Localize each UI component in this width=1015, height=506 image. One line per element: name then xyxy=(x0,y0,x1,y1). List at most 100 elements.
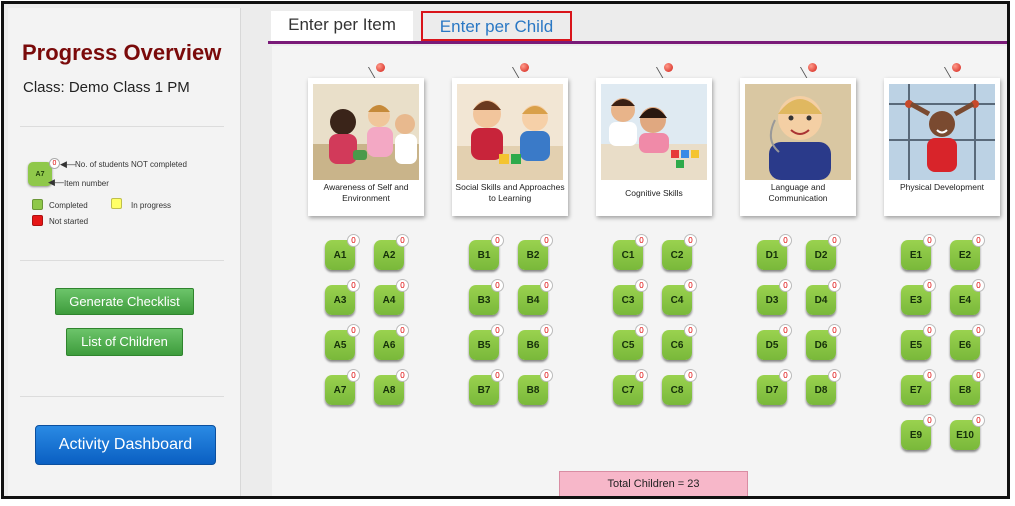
domain-caption: Language and Communication xyxy=(768,182,828,203)
not-completed-badge: 0 xyxy=(972,369,985,382)
item-tile-e3[interactable]: E3 0 xyxy=(901,279,936,315)
item-tile-d4[interactable]: D4 0 xyxy=(806,279,841,315)
item-tile-d3[interactable]: D3 0 xyxy=(757,279,792,315)
item-tile-b8[interactable]: B8 0 xyxy=(518,369,553,405)
item-label: C2 xyxy=(670,250,684,261)
item-tile-b3[interactable]: B3 0 xyxy=(469,279,504,315)
not-completed-badge: 0 xyxy=(684,324,697,337)
item-label: C4 xyxy=(670,295,684,306)
not-completed-badge: 0 xyxy=(923,279,936,292)
item-label: C5 xyxy=(621,340,635,351)
not-completed-badge: 0 xyxy=(540,234,553,247)
item-label: C8 xyxy=(670,385,684,396)
item-tile-b4[interactable]: B4 0 xyxy=(518,279,553,315)
not-completed-badge: 0 xyxy=(396,324,409,337)
item-tile-a2[interactable]: A2 0 xyxy=(374,234,409,270)
item-label: D8 xyxy=(814,385,828,396)
item-tile-b6[interactable]: B6 0 xyxy=(518,324,553,360)
not-completed-badge: 0 xyxy=(347,324,360,337)
not-completed-badge: 0 xyxy=(779,324,792,337)
item-tile-a7[interactable]: A7 0 xyxy=(325,369,360,405)
item-tile-d1[interactable]: D1 0 xyxy=(757,234,792,270)
not-completed-badge: 0 xyxy=(923,324,936,337)
item-tile-e7[interactable]: E7 0 xyxy=(901,369,936,405)
domain-card[interactable]: Cognitive Skills xyxy=(596,78,712,216)
domain-photo xyxy=(313,84,419,180)
item-label: A4 xyxy=(382,295,396,306)
item-tile-c7[interactable]: C7 0 xyxy=(613,369,648,405)
item-label: B2 xyxy=(526,250,540,261)
item-label: B5 xyxy=(477,340,491,351)
not-completed-badge: 0 xyxy=(635,234,648,247)
item-tile-c5[interactable]: C5 0 xyxy=(613,324,648,360)
tab-enter-per-child[interactable]: Enter per Child xyxy=(421,11,572,41)
item-tile-c6[interactable]: C6 0 xyxy=(662,324,697,360)
item-tile-e5[interactable]: E5 0 xyxy=(901,324,936,360)
not-completed-badge: 0 xyxy=(491,279,504,292)
item-tile-d8[interactable]: D8 0 xyxy=(806,369,841,405)
item-label: D3 xyxy=(765,295,779,306)
item-tile-b1[interactable]: B1 0 xyxy=(469,234,504,270)
item-tile-d2[interactable]: D2 0 xyxy=(806,234,841,270)
item-tile-e4[interactable]: E4 0 xyxy=(950,279,985,315)
not-completed-badge: 0 xyxy=(491,324,504,337)
item-tile-b2[interactable]: B2 0 xyxy=(518,234,553,270)
not-completed-badge: 0 xyxy=(923,234,936,247)
item-tile-a1[interactable]: A1 0 xyxy=(325,234,360,270)
domain-photo xyxy=(457,84,563,180)
domain-card[interactable]: Awareness of Self and Environment xyxy=(308,78,424,216)
item-tile-e10[interactable]: E10 0 xyxy=(950,414,985,450)
tab-enter-per-item[interactable]: Enter per Item xyxy=(271,11,413,41)
not-completed-badge: 0 xyxy=(635,324,648,337)
item-label: E2 xyxy=(958,250,972,261)
item-tile-b7[interactable]: B7 0 xyxy=(469,369,504,405)
item-tile-e8[interactable]: E8 0 xyxy=(950,369,985,405)
item-tile-e6[interactable]: E6 0 xyxy=(950,324,985,360)
domain-caption: Physical Development xyxy=(899,182,985,192)
item-label: E1 xyxy=(909,250,923,261)
item-label: E3 xyxy=(909,295,923,306)
item-tile-a4[interactable]: A4 0 xyxy=(374,279,409,315)
domain-caption: Cognitive Skills xyxy=(625,188,683,198)
item-tile-d5[interactable]: D5 0 xyxy=(757,324,792,360)
item-label: A6 xyxy=(382,340,396,351)
item-grid-panel: Awareness of Self and Environment Social… xyxy=(272,46,1007,496)
item-tile-a8[interactable]: A8 0 xyxy=(374,369,409,405)
item-label: B4 xyxy=(526,295,540,306)
item-tile-c3[interactable]: C3 0 xyxy=(613,279,648,315)
domain-photo xyxy=(745,84,851,180)
not-completed-badge: 0 xyxy=(779,279,792,292)
item-tile-e9[interactable]: E9 0 xyxy=(901,414,936,450)
item-label: D2 xyxy=(814,250,828,261)
item-tile-e1[interactable]: E1 0 xyxy=(901,234,936,270)
legend-not-started-swatch xyxy=(32,215,43,226)
item-tile-c1[interactable]: C1 0 xyxy=(613,234,648,270)
item-tile-d7[interactable]: D7 0 xyxy=(757,369,792,405)
item-label: A1 xyxy=(333,250,347,261)
domain-card[interactable]: Physical Development xyxy=(884,78,1000,216)
item-tile-a6[interactable]: A6 0 xyxy=(374,324,409,360)
item-label: A8 xyxy=(382,385,396,396)
item-tile-c8[interactable]: C8 0 xyxy=(662,369,697,405)
not-completed-badge: 0 xyxy=(491,369,504,382)
activity-dashboard-button[interactable]: Activity Dashboard xyxy=(35,425,216,465)
divider xyxy=(20,396,224,397)
legend-completed-swatch xyxy=(32,199,43,210)
item-tile-b5[interactable]: B5 0 xyxy=(469,324,504,360)
item-tile-c4[interactable]: C4 0 xyxy=(662,279,697,315)
list-of-children-button[interactable]: List of Children xyxy=(66,328,183,356)
generate-checklist-button[interactable]: Generate Checklist xyxy=(55,288,194,315)
item-label: E6 xyxy=(958,340,972,351)
item-tile-a5[interactable]: A5 0 xyxy=(325,324,360,360)
item-tile-a3[interactable]: A3 0 xyxy=(325,279,360,315)
item-label: D5 xyxy=(765,340,779,351)
domain-card[interactable]: Language and Communication xyxy=(740,78,856,216)
tab-underline xyxy=(268,41,1007,44)
item-label: B7 xyxy=(477,385,491,396)
legend-completed-label: Completed xyxy=(49,201,88,210)
domain-card[interactable]: Social Skills and Approaches to Learning xyxy=(452,78,568,216)
item-tile-d6[interactable]: D6 0 xyxy=(806,324,841,360)
item-tile-c2[interactable]: C2 0 xyxy=(662,234,697,270)
item-tile-e2[interactable]: E2 0 xyxy=(950,234,985,270)
not-completed-badge: 0 xyxy=(828,324,841,337)
